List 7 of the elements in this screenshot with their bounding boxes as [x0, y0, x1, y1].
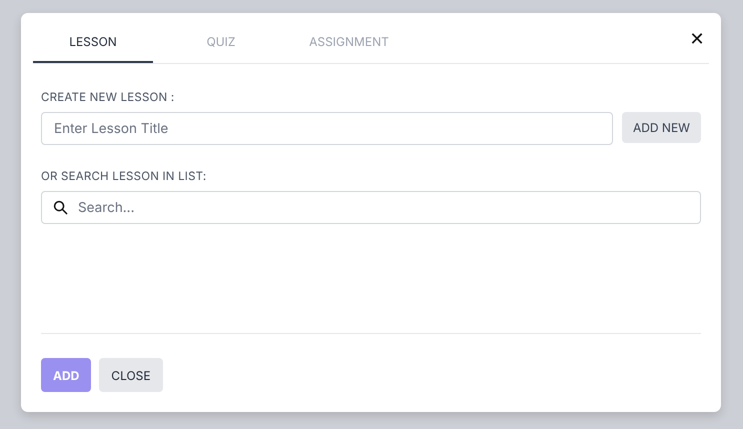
- field-label: CREATE NEW LESSON :: [41, 90, 176, 104]
- field-label: OR SEARCH LESSON IN LIST:: [41, 169, 208, 183]
- add-new-button[interactable]: ADD NEW: [622, 112, 701, 143]
- search-field[interactable]: Search...: [41, 191, 701, 224]
- close-button[interactable]: CLOSE: [99, 358, 163, 392]
- tab[interactable]: LESSON: [33, 13, 153, 63]
- lesson-title-field[interactable]: Enter Lesson Title: [41, 112, 613, 145]
